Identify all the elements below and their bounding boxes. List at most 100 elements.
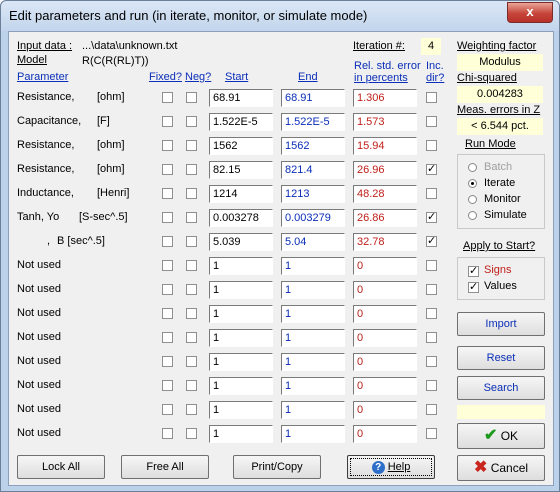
radio-iterate-label[interactable]: Iterate: [484, 177, 515, 189]
inc-dir-checkbox[interactable]: ✓: [426, 236, 437, 247]
fixed-checkbox[interactable]: [162, 164, 173, 175]
neg-checkbox[interactable]: [186, 428, 197, 439]
radio-iterate[interactable]: [468, 179, 477, 188]
fixed-checkbox[interactable]: [162, 92, 173, 103]
neg-checkbox[interactable]: [186, 308, 197, 319]
header-fixed[interactable]: Fixed?: [149, 71, 182, 83]
inc-dir-checkbox[interactable]: [426, 116, 437, 127]
inc-dir-checkbox[interactable]: [426, 380, 437, 391]
neg-checkbox[interactable]: [186, 116, 197, 127]
neg-checkbox[interactable]: [186, 380, 197, 391]
radio-simulate-label[interactable]: Simulate: [484, 209, 527, 221]
inc-dir-checkbox[interactable]: [426, 188, 437, 199]
start-value-input[interactable]: 1: [209, 329, 273, 347]
fixed-checkbox[interactable]: [162, 188, 173, 199]
neg-checkbox[interactable]: [186, 404, 197, 415]
apply-signs-label[interactable]: Signs: [484, 264, 512, 276]
start-value-input[interactable]: 1: [209, 281, 273, 299]
start-value-input[interactable]: 1: [209, 353, 273, 371]
free-all-button[interactable]: Free All: [121, 455, 209, 479]
inc-dir-checkbox[interactable]: [426, 260, 437, 271]
fixed-checkbox[interactable]: [162, 380, 173, 391]
fixed-checkbox[interactable]: [162, 428, 173, 439]
start-value-input[interactable]: 82.15: [209, 161, 273, 179]
apply-values-label[interactable]: Values: [484, 280, 517, 292]
start-value-input[interactable]: 1: [209, 305, 273, 323]
end-value-field[interactable]: 1: [281, 377, 345, 395]
radio-monitor[interactable]: [468, 195, 477, 204]
inc-dir-checkbox[interactable]: [426, 428, 437, 439]
end-value-field[interactable]: 1213: [281, 185, 345, 203]
apply-values-checkbox[interactable]: ✓: [468, 282, 479, 293]
search-button[interactable]: Search: [457, 376, 545, 400]
neg-checkbox[interactable]: [186, 236, 197, 247]
reset-button[interactable]: Reset: [457, 346, 545, 370]
end-value-field[interactable]: 1: [281, 353, 345, 371]
end-value-field[interactable]: 5.04: [281, 233, 345, 251]
fixed-checkbox[interactable]: [162, 116, 173, 127]
end-value-field[interactable]: 1: [281, 401, 345, 419]
start-value-input[interactable]: 5.039: [209, 233, 273, 251]
start-value-input[interactable]: 0.003278: [209, 209, 273, 227]
start-value-input[interactable]: 1: [209, 257, 273, 275]
inc-dir-checkbox[interactable]: [426, 404, 437, 415]
fixed-checkbox[interactable]: [162, 260, 173, 271]
end-value-field[interactable]: 0.003279: [281, 209, 345, 227]
inc-dir-checkbox[interactable]: [426, 284, 437, 295]
neg-checkbox[interactable]: [186, 260, 197, 271]
end-value-field[interactable]: 1.522E-5: [281, 113, 345, 131]
neg-checkbox[interactable]: [186, 140, 197, 151]
radio-monitor-label[interactable]: Monitor: [484, 193, 521, 205]
inc-dir-checkbox[interactable]: [426, 308, 437, 319]
fixed-checkbox[interactable]: [162, 356, 173, 367]
import-button[interactable]: Import: [457, 312, 545, 336]
ok-button[interactable]: ✔ OK: [457, 423, 545, 449]
inc-dir-checkbox[interactable]: ✓: [426, 212, 437, 223]
param-name: Inductance,: [17, 187, 74, 199]
end-value-field[interactable]: 821.4: [281, 161, 345, 179]
neg-checkbox[interactable]: [186, 284, 197, 295]
inc-dir-checkbox[interactable]: ✓: [426, 164, 437, 175]
start-value-input[interactable]: 1: [209, 377, 273, 395]
start-value-input[interactable]: 1: [209, 425, 273, 443]
start-value-input[interactable]: 1.522E-5: [209, 113, 273, 131]
end-value-field[interactable]: 1: [281, 425, 345, 443]
radio-simulate[interactable]: [468, 211, 477, 220]
fixed-checkbox[interactable]: [162, 236, 173, 247]
end-value-field[interactable]: 1: [281, 305, 345, 323]
neg-checkbox[interactable]: [186, 164, 197, 175]
cancel-button[interactable]: ✖ Cancel: [457, 455, 545, 481]
neg-checkbox[interactable]: [186, 332, 197, 343]
inc-dir-checkbox[interactable]: [426, 92, 437, 103]
inc-dir-checkbox[interactable]: [426, 332, 437, 343]
end-value-field[interactable]: 68.91: [281, 89, 345, 107]
start-value-input[interactable]: 1562: [209, 137, 273, 155]
inc-dir-checkbox[interactable]: [426, 140, 437, 151]
fixed-checkbox[interactable]: [162, 140, 173, 151]
lock-all-button[interactable]: Lock All: [17, 455, 105, 479]
header-neg[interactable]: Neg?: [185, 71, 211, 83]
fixed-checkbox[interactable]: [162, 308, 173, 319]
fixed-checkbox[interactable]: [162, 332, 173, 343]
start-value-input[interactable]: 1: [209, 401, 273, 419]
neg-checkbox[interactable]: [186, 356, 197, 367]
neg-checkbox[interactable]: [186, 92, 197, 103]
end-value-field[interactable]: 1: [281, 281, 345, 299]
end-value-field[interactable]: 1562: [281, 137, 345, 155]
fixed-checkbox[interactable]: [162, 284, 173, 295]
close-button[interactable]: x: [507, 2, 553, 23]
neg-checkbox[interactable]: [186, 212, 197, 223]
neg-checkbox[interactable]: [186, 188, 197, 199]
title-bar[interactable]: Edit parameters and run (in iterate, mon…: [1, 1, 559, 31]
fixed-checkbox[interactable]: [162, 212, 173, 223]
print-copy-button[interactable]: Print/Copy: [233, 455, 321, 479]
end-value-field[interactable]: 1: [281, 257, 345, 275]
end-value-field[interactable]: 1: [281, 329, 345, 347]
weighting-value[interactable]: Modulus: [457, 54, 543, 71]
help-button[interactable]: ? Help: [347, 455, 435, 479]
apply-signs-checkbox[interactable]: ✓: [468, 266, 479, 277]
start-value-input[interactable]: 68.91: [209, 89, 273, 107]
start-value-input[interactable]: 1214: [209, 185, 273, 203]
inc-dir-checkbox[interactable]: [426, 356, 437, 367]
fixed-checkbox[interactable]: [162, 404, 173, 415]
